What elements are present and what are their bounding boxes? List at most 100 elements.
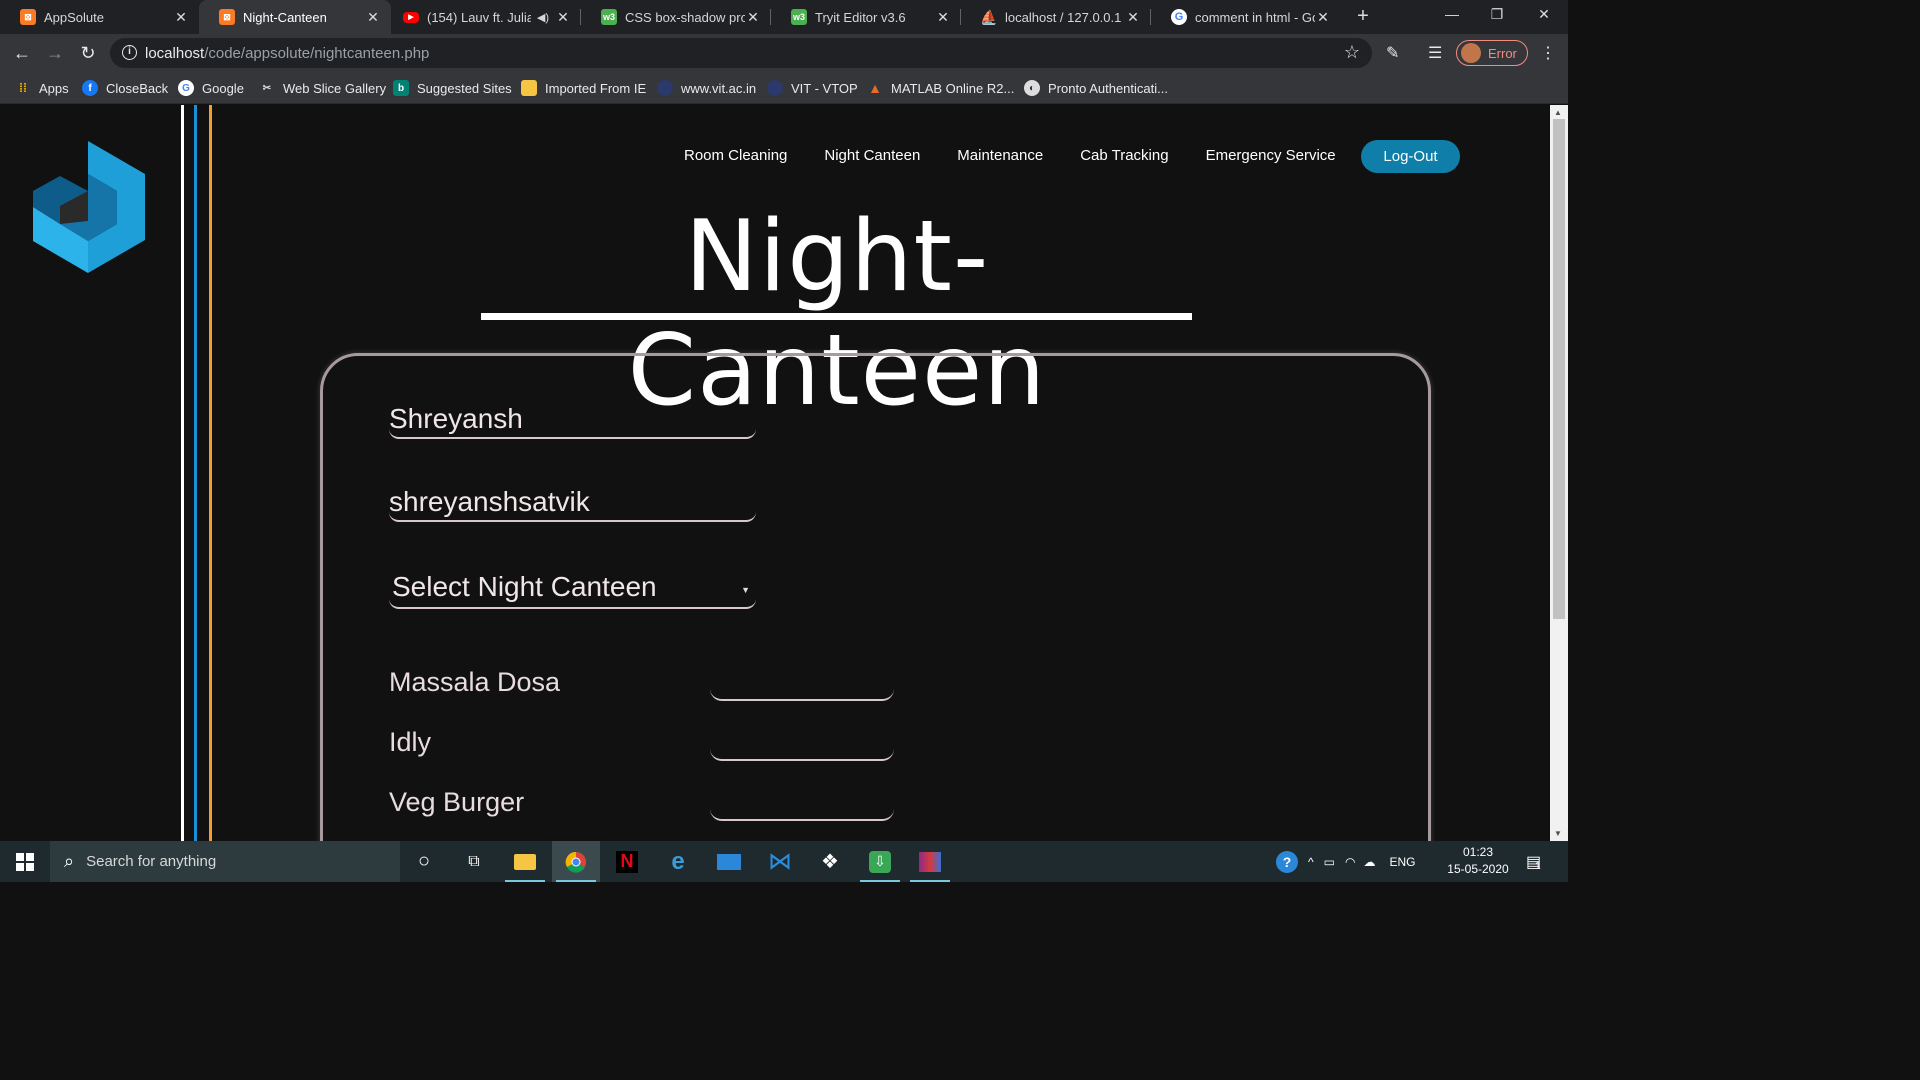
bookmark-web-slice[interactable]: ✂ Web Slice Gallery <box>259 78 386 98</box>
language-indicator[interactable]: ENG <box>1389 855 1415 869</box>
bookmark-google[interactable]: G Google <box>178 78 244 98</box>
reload-button[interactable]: ↻ <box>76 42 100 64</box>
avatar <box>1461 43 1481 63</box>
profile-button[interactable]: Error <box>1456 40 1528 66</box>
cloud-download-icon[interactable]: ⇩ <box>856 841 904 882</box>
facebook-icon: f <box>82 80 98 96</box>
bookmark-matlab[interactable]: ▲ MATLAB Online R2... <box>867 78 1014 98</box>
winrar-icon[interactable] <box>906 841 954 882</box>
bookmark-imported-ie[interactable]: Imported From IE <box>521 78 646 98</box>
tab-title: localhost / 127.0.0.1 / s <box>1005 9 1125 25</box>
edge-icon[interactable]: e <box>654 841 702 882</box>
minimize-button[interactable]: — <box>1440 6 1464 26</box>
start-button[interactable] <box>0 841 50 882</box>
appsolute-logo[interactable] <box>30 141 150 273</box>
notification-center-icon[interactable]: ▤ 1 <box>1526 841 1541 882</box>
tab-title: Night-Canteen <box>243 9 327 25</box>
forward-button[interactable]: → <box>43 42 67 64</box>
netflix-icon[interactable]: N <box>603 841 651 882</box>
taskbar-search[interactable]: ⌕ Search for anything <box>50 841 400 882</box>
nav-night-canteen[interactable]: Night Canteen <box>824 147 920 171</box>
tab-youtube[interactable]: ▶ (154) Lauv ft. Julia ◀) ✕ <box>391 0 581 34</box>
bookmark-pronto[interactable]: ◐ Pronto Authenticati... <box>1024 78 1168 98</box>
bookmark-suggested[interactable]: b Suggested Sites <box>393 78 512 98</box>
youtube-icon: ▶ <box>403 11 419 23</box>
help-icon[interactable]: ? <box>1276 850 1298 873</box>
url-path: /code/appsolute/nightcanteen.php <box>204 45 430 62</box>
browser-tab-strip: ⊠ AppSolute ✕ ⊠ Night-Canteen ✕ ▶ (154) … <box>0 0 1568 34</box>
windows-taskbar: ⌕ Search for anything ○ ⧉ N e ⋈ ❖ ⇩ ? ^ … <box>0 841 1568 882</box>
profile-status-label: Error <box>1488 45 1517 61</box>
chrome-icon[interactable] <box>552 841 600 882</box>
xampp-icon: ⊠ <box>219 9 235 25</box>
menu-kebab-icon[interactable]: ⋮ <box>1540 43 1556 63</box>
nav-emergency-service[interactable]: Emergency Service <box>1206 147 1336 171</box>
close-window-button[interactable]: ✕ <box>1532 6 1556 26</box>
close-icon[interactable]: ✕ <box>365 9 381 26</box>
battery-icon[interactable]: ▭ <box>1324 855 1335 869</box>
tab-tryit-editor[interactable]: w3 Tryit Editor v3.6 ✕ <box>771 0 961 34</box>
nav-cab-tracking[interactable]: Cab Tracking <box>1080 147 1168 171</box>
tab-title: comment in html - Goo <box>1195 9 1315 25</box>
task-view-icon[interactable]: ⧉ <box>450 841 498 882</box>
close-icon[interactable]: ✕ <box>1125 9 1141 26</box>
nav-room-cleaning[interactable]: Room Cleaning <box>684 147 787 171</box>
close-icon[interactable]: ✕ <box>555 9 571 26</box>
new-tab-button[interactable]: + <box>1352 5 1374 27</box>
close-icon[interactable]: ✕ <box>1315 9 1331 26</box>
clock[interactable]: 01:23 15-05-2020 <box>1438 844 1518 878</box>
tab-title: (154) Lauv ft. Julia <box>427 9 531 25</box>
page-scrollbar[interactable]: ▲ ▼ <box>1550 105 1568 841</box>
google-icon: G <box>178 80 194 96</box>
scroll-down-icon[interactable]: ▼ <box>1554 829 1562 838</box>
bookmark-label: MATLAB Online R2... <box>891 80 1015 96</box>
site-info-icon[interactable]: i <box>122 45 137 60</box>
dropbox-icon[interactable]: ❖ <box>806 841 854 882</box>
bookmark-vtop[interactable]: VIT - VTOP <box>767 78 858 98</box>
tab-appsolute[interactable]: ⊠ AppSolute ✕ <box>0 0 199 34</box>
close-icon[interactable]: ✕ <box>173 9 189 26</box>
file-explorer-icon[interactable] <box>501 841 549 882</box>
onedrive-icon[interactable]: ☁ <box>1363 855 1375 869</box>
chevron-up-icon[interactable]: ^ <box>1308 855 1314 869</box>
item-label-veg-burger: Veg Burger <box>389 787 525 817</box>
qty-input-idly[interactable] <box>710 739 894 761</box>
tab-title: AppSolute <box>44 9 104 25</box>
extension-icon[interactable]: ✎ <box>1386 43 1399 63</box>
mail-icon[interactable] <box>705 841 753 882</box>
name-field[interactable]: Shreyansh <box>389 403 756 439</box>
w3schools-icon: w3 <box>601 9 617 25</box>
cortana-icon[interactable]: ○ <box>400 841 448 882</box>
audio-playing-icon[interactable]: ◀) <box>537 11 549 24</box>
tab-phpmyadmin[interactable]: ⛵ localhost / 127.0.0.1 / s ✕ <box>961 0 1151 34</box>
qty-input-veg-burger[interactable] <box>710 799 894 821</box>
scroll-up-icon[interactable]: ▲ <box>1554 108 1562 117</box>
bookmark-label: Pronto Authenticati... <box>1048 80 1168 96</box>
back-button[interactable]: ← <box>10 42 34 64</box>
bookmark-label: Apps <box>39 80 69 96</box>
pronto-icon: ◐ <box>1024 80 1040 96</box>
username-field[interactable]: shreyanshsatvik <box>389 486 756 522</box>
media-control-icon[interactable]: ☰ <box>1428 43 1442 63</box>
tab-google-search[interactable]: G comment in html - Goo ✕ <box>1151 0 1341 34</box>
logout-button[interactable]: Log-Out <box>1361 140 1460 173</box>
nav-maintenance[interactable]: Maintenance <box>957 147 1043 171</box>
wifi-icon[interactable]: ◠ <box>1345 855 1355 869</box>
tab-css-box-shadow[interactable]: w3 CSS box-shadow prope ✕ <box>581 0 771 34</box>
scrollbar-thumb[interactable] <box>1553 119 1565 619</box>
restore-button[interactable]: ❐ <box>1485 6 1509 26</box>
tab-night-canteen[interactable]: ⊠ Night-Canteen ✕ <box>199 0 391 34</box>
vscode-icon[interactable]: ⋈ <box>756 841 804 882</box>
address-bar[interactable]: i localhost/code/appsolute/nightcanteen.… <box>110 38 1372 68</box>
close-icon[interactable]: ✕ <box>935 9 951 26</box>
bookmark-apps[interactable]: ⁞⁞ Apps <box>15 78 69 98</box>
bookmark-label: Suggested Sites <box>417 80 512 96</box>
bookmark-closeback[interactable]: f CloseBack <box>82 78 168 98</box>
bookmark-star-icon[interactable]: ☆ <box>1344 42 1360 63</box>
canteen-select[interactable]: Select Night Canteen ▼ <box>389 571 756 609</box>
web-slice-icon: ✂ <box>262 82 272 94</box>
close-icon[interactable]: ✕ <box>745 9 761 26</box>
qty-input-massala-dosa[interactable] <box>710 679 894 701</box>
apps-grid-icon: ⁞⁞ <box>19 81 27 95</box>
bookmark-vit[interactable]: www.vit.ac.in <box>657 78 756 98</box>
